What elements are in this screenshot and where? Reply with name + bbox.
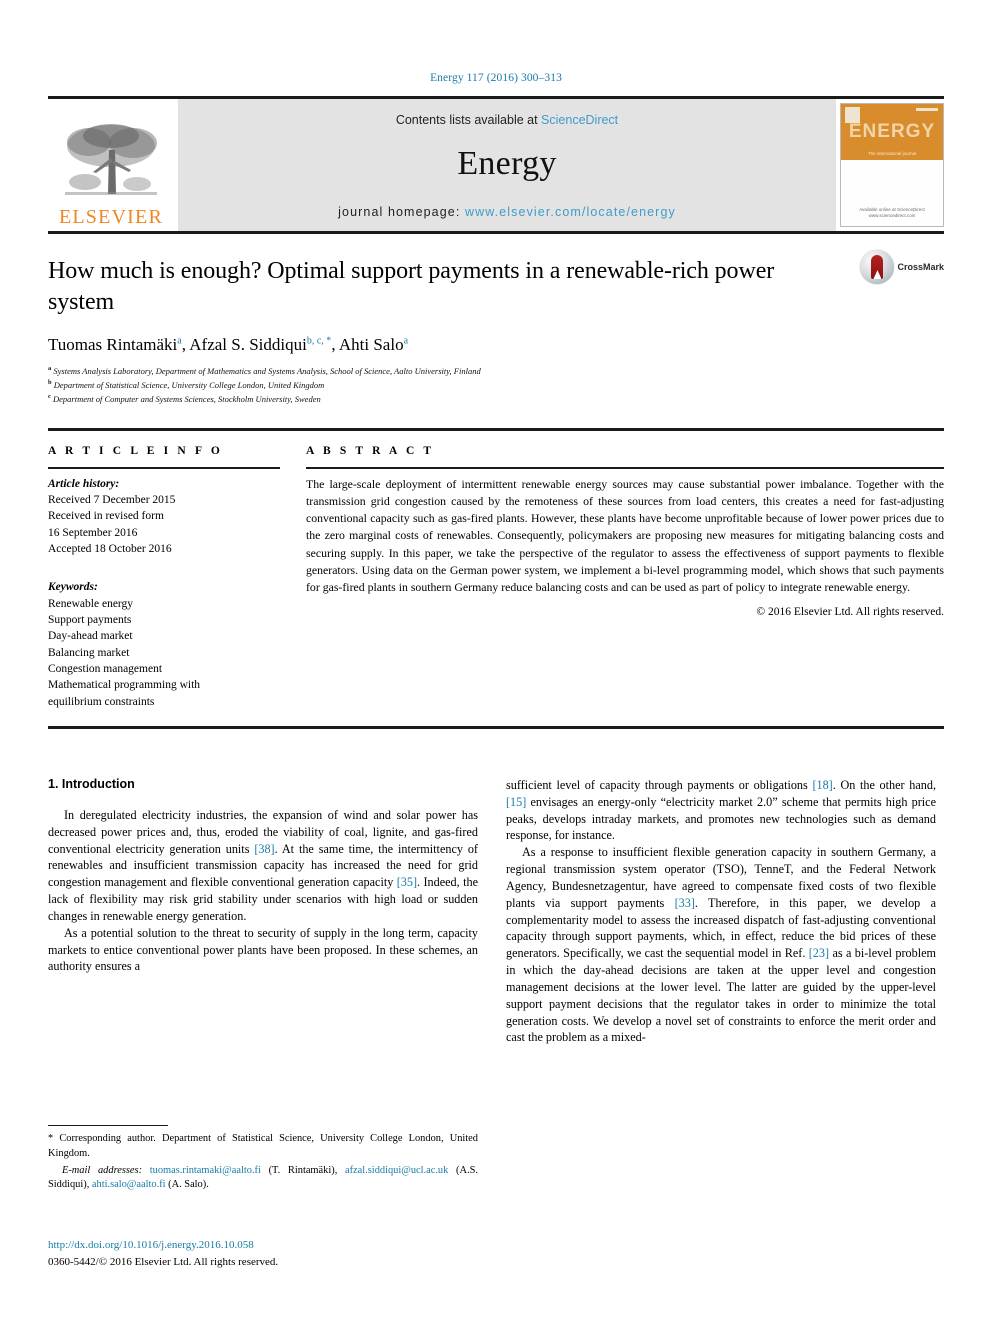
paragraph: sufficient level of capacity through pay… <box>506 777 936 843</box>
cover-top-band: ENERGY The international journal <box>841 104 943 160</box>
citation-ref[interactable]: [23] <box>809 946 829 960</box>
email-link-0[interactable]: tuomas.rintamaki@aalto.fi <box>150 1165 261 1176</box>
doi-link[interactable]: http://dx.doi.org/10.1016/j.energy.2016.… <box>48 1237 478 1254</box>
cover-subtitle: The international journal <box>867 151 917 156</box>
body-left-column: 1. Introduction In deregulated electrici… <box>48 777 478 1046</box>
keywords-label: Keywords: <box>48 581 98 594</box>
citation-ref[interactable]: [15] <box>506 795 526 809</box>
article-history: Article history: Received 7 December 201… <box>48 476 280 558</box>
author-marks-2: a <box>403 335 409 347</box>
abstract-text: The large-scale deployment of intermitte… <box>306 476 944 594</box>
journal-band: Contents lists available at ScienceDirec… <box>178 99 836 231</box>
info-abstract-section: A R T I C L E I N F O Article history: R… <box>48 427 944 710</box>
paragraph: As a response to insufficient flexible g… <box>506 845 936 1045</box>
email-owner-2: (A. Salo) <box>168 1179 207 1191</box>
author-marks-0: a <box>177 335 182 347</box>
page-title: How much is enough? Optimal support paym… <box>48 258 775 315</box>
cover-issn-mark <box>916 108 938 111</box>
corresponding-author-note: * Corresponding author. Department of St… <box>48 1133 478 1159</box>
elsevier-tree-icon <box>65 124 157 195</box>
keyword-item: Mathematical programming with <box>48 679 201 692</box>
history-line-0: Received 7 December 2015 <box>48 493 176 506</box>
section-title-introduction: 1. Introduction <box>48 776 135 791</box>
abstract-heading: A B S T R A C T <box>306 444 435 457</box>
affiliation-text-0: Systems Analysis Laboratory, Department … <box>53 366 481 377</box>
journal-cover-thumbnail[interactable]: ENERGY The international journal Availab… <box>840 103 944 227</box>
author-name-2[interactable]: Ahti Salo <box>339 335 404 354</box>
cover-title: ENERGY <box>848 121 936 142</box>
affiliation-mark-1: b <box>48 379 52 387</box>
keyword-item: Congestion management <box>48 662 163 675</box>
body-right-column: sufficient level of capacity through pay… <box>506 777 936 1046</box>
citation-ref[interactable]: [33] <box>675 896 695 910</box>
paragraph: As a potential solution to the threat to… <box>48 925 478 974</box>
keyword-item: Renewable energy <box>48 597 134 610</box>
abstract-column: A B S T R A C T The large-scale deployme… <box>306 445 944 710</box>
history-line-1: Received in revised form <box>48 510 164 523</box>
affiliation-item: c Department of Computer and Systems Sci… <box>48 392 944 406</box>
affiliation-text-2: Department of Computer and Systems Scien… <box>53 393 321 404</box>
keyword-item: Balancing market <box>48 646 130 659</box>
author-name-0[interactable]: Tuomas Rintamäki <box>48 335 177 354</box>
citation-ref[interactable]: [18] <box>812 778 832 792</box>
history-line-2: 16 September 2016 <box>48 526 138 539</box>
title-block: How much is enough? Optimal support paym… <box>48 231 944 406</box>
email-addresses-note: E-mail addresses: tuomas.rintamaki@aalto… <box>48 1164 478 1191</box>
affiliation-mark-0: a <box>48 365 52 373</box>
affiliation-item: a Systems Analysis Laboratory, Departmen… <box>48 364 944 378</box>
contents-available-line: Contents lists available at ScienceDirec… <box>396 113 618 127</box>
affiliation-item: b Department of Statistical Science, Uni… <box>48 378 944 392</box>
keywords-block: Keywords: Renewable energy Support payme… <box>48 579 280 710</box>
crossmark-icon <box>860 250 895 284</box>
email-link-1[interactable]: afzal.siddiqui@ucl.ac.uk <box>345 1165 448 1176</box>
journal-homepage-link[interactable]: www.elsevier.com/locate/energy <box>465 205 676 219</box>
history-line-3: Accepted 18 October 2016 <box>48 542 172 555</box>
crossmark-badge-group[interactable]: CrossMark <box>860 250 944 284</box>
email-label: E-mail addresses: <box>62 1164 143 1176</box>
elsevier-wordmark: ELSEVIER <box>58 206 164 228</box>
keyword-item: Support payments <box>48 613 132 626</box>
author-name-1[interactable]: Afzal S. Siddiqui <box>189 335 307 354</box>
footnote-block: * Corresponding author. Department of St… <box>48 1125 478 1193</box>
homepage-prefix: journal homepage: <box>338 205 465 219</box>
sciencedirect-link[interactable]: ScienceDirect <box>541 113 618 127</box>
doi-block: http://dx.doi.org/10.1016/j.energy.2016.… <box>48 1237 478 1271</box>
paragraph: In deregulated electricity industries, t… <box>48 807 478 923</box>
contents-prefix: Contents lists available at <box>395 113 542 127</box>
affiliation-list: a Systems Analysis Laboratory, Departmen… <box>48 364 944 405</box>
footnote-rule <box>48 1125 168 1126</box>
abstract-copyright: © 2016 Elsevier Ltd. All rights reserved… <box>756 606 944 619</box>
abstract-rule <box>306 466 944 469</box>
article-info-column: A R T I C L E I N F O Article history: R… <box>48 445 280 710</box>
article-info-rule <box>48 466 280 469</box>
abstract-bottom-rule <box>48 725 944 729</box>
affiliation-mark-2: c <box>48 392 51 400</box>
cover-footer-text: Available online at ScienceDirect www.sc… <box>859 206 925 219</box>
running-head: Energy 117 (2016) 300–313 <box>430 72 562 84</box>
keyword-item: equilibrium constraints <box>48 695 155 708</box>
author-list: Tuomas Rintamäkia, Afzal S. Siddiquib, c… <box>48 335 409 355</box>
cover-body: Available online at ScienceDirect www.sc… <box>841 160 943 226</box>
citation-ref[interactable]: [35] <box>397 875 417 889</box>
email-owner-0: (T. Rintamäki) <box>268 1164 335 1176</box>
paper-page: Energy 117 (2016) 300–313 ELSEVIER Conte… <box>0 0 992 1323</box>
journal-masthead: ELSEVIER Contents lists available at Sci… <box>48 96 944 231</box>
affiliation-text-1: Department of Statistical Science, Unive… <box>53 380 325 390</box>
article-info-heading: A R T I C L E I N F O <box>48 444 223 457</box>
article-history-label: Article history: <box>48 477 120 490</box>
author-marks-1: b, c, * <box>306 335 332 347</box>
issn-copyright-line: 0360-5442/© 2016 Elsevier Ltd. All right… <box>48 1256 279 1269</box>
citation-ref[interactable]: [38] <box>254 842 274 856</box>
crossmark-label: CrossMark <box>897 262 944 272</box>
keyword-item: Day-ahead market <box>48 630 133 643</box>
body-columns: 1. Introduction In deregulated electrici… <box>48 777 944 1046</box>
journal-homepage-line: journal homepage: www.elsevier.com/locat… <box>338 205 676 219</box>
journal-title: Energy <box>457 145 557 182</box>
elsevier-logo: ELSEVIER <box>48 99 174 231</box>
email-link-2[interactable]: ahti.salo@aalto.fi <box>92 1179 166 1190</box>
